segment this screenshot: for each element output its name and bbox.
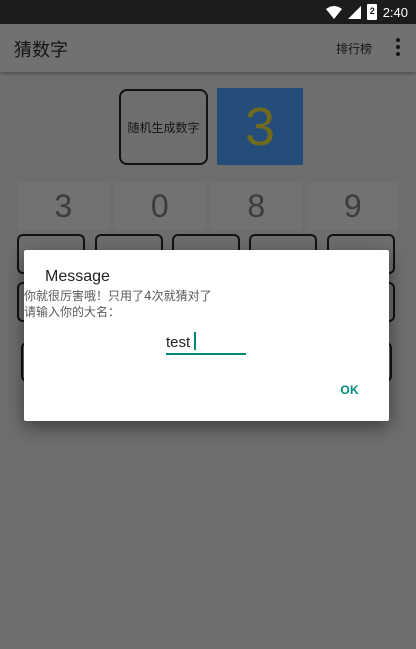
guess-digit-2: 0 (114, 182, 205, 230)
status-time: 2:40 (382, 4, 408, 20)
current-digit-display: 3 (217, 88, 303, 165)
app-title: 猜数字 (14, 40, 68, 61)
guess-digit-3: 8 (211, 182, 302, 230)
dialog-message-line-1: 你就很厉害哦！只用了4次就猜对了 (24, 289, 212, 303)
guess-digit-1: 3 (18, 182, 109, 230)
status-icons: 2 2:40 (325, 3, 408, 21)
app-bar: 猜数字 排行榜 (0, 24, 416, 72)
dialog-message: 你就很厉害哦！只用了4次就猜对了 请输入你的大名： (24, 288, 212, 320)
ok-button[interactable]: OK (340, 383, 359, 397)
text-cursor (194, 332, 196, 350)
name-input[interactable] (166, 329, 246, 355)
dialog-message-line-2: 请输入你的大名： (24, 305, 121, 319)
signal-icon (347, 5, 361, 19)
guess-digit-4: 9 (307, 182, 398, 230)
message-dialog: Message 你就很厉害哦！只用了4次就猜对了 请输入你的大名： OK (24, 250, 389, 421)
dialog-title: Message (45, 268, 110, 285)
leaderboard-button[interactable]: 排行榜 (336, 40, 372, 57)
guess-digits-row: 3 0 8 9 (15, 182, 401, 230)
status-bar: 2 2:40 (0, 0, 416, 24)
battery-icon: 2 (366, 4, 377, 20)
more-vert-icon[interactable] (394, 38, 402, 58)
generate-number-button[interactable]: 随机生成数字 (119, 89, 208, 165)
battery-level: 2 (369, 6, 375, 16)
wifi-icon (325, 5, 342, 19)
